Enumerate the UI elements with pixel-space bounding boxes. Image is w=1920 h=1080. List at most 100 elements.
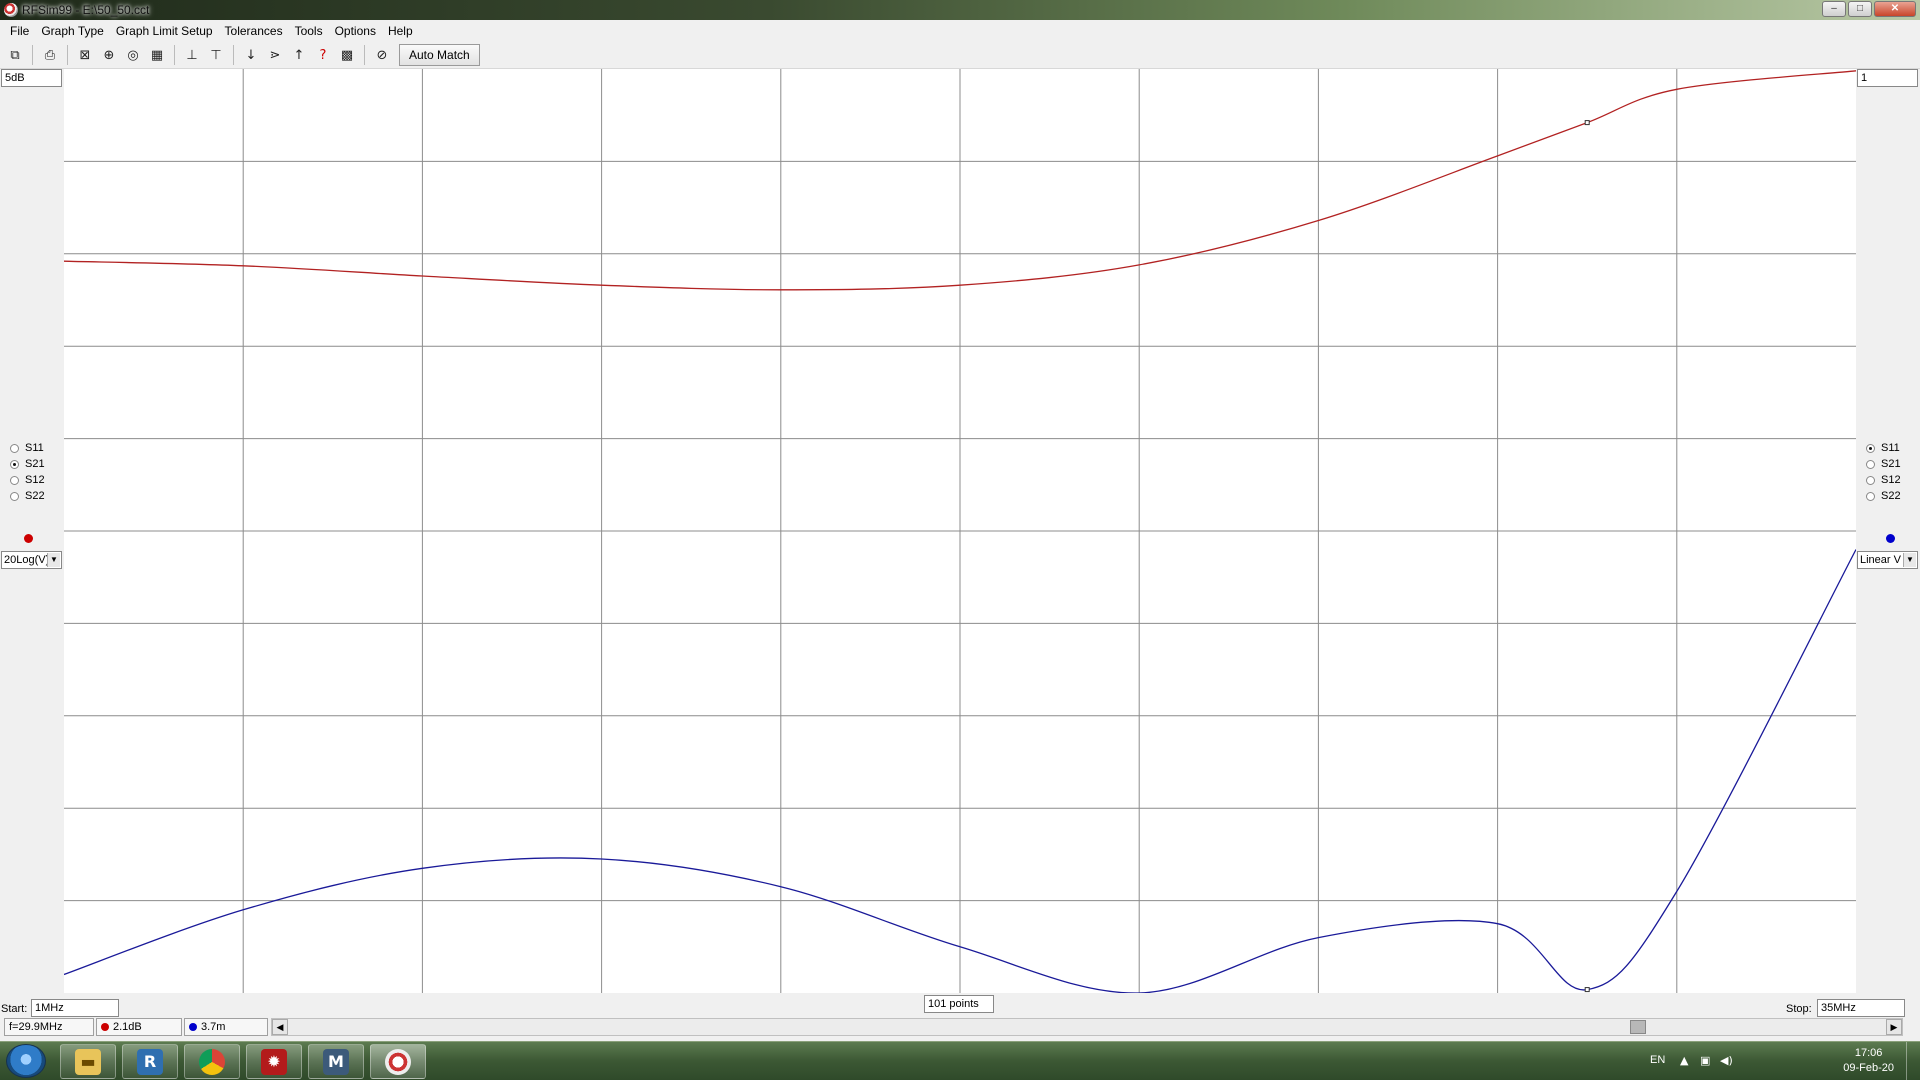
graph-icon[interactable]: ⊠ [74, 44, 96, 66]
polar-chart-icon[interactable]: ◎ [122, 44, 144, 66]
red-dot-icon [101, 1023, 109, 1031]
marker-s21-readout: 2.1dB [96, 1018, 182, 1036]
show-desktop-button[interactable] [1906, 1042, 1920, 1080]
start-frequency-field[interactable]: 1MHz [31, 999, 119, 1017]
right-param-s21[interactable]: S21 [1866, 456, 1901, 472]
radio-button[interactable] [1866, 459, 1875, 469]
arrow-up-icon[interactable]: ↑ [288, 44, 310, 66]
stop-frequency-field[interactable]: 35MHz [1817, 999, 1905, 1017]
clock-date: 09-Feb-20 [1843, 1062, 1894, 1074]
taskbar-app-file-explorer[interactable]: ▬ [60, 1044, 116, 1079]
title-bar: RFSim99 - E:\50_50.cct – □ ✕ [0, 0, 1920, 20]
radio-button[interactable] [10, 443, 19, 453]
scale-down-icon[interactable]: ⊥ [181, 44, 203, 66]
toolbar-separator [364, 45, 365, 65]
blue-dot-icon [189, 1023, 197, 1031]
marker-point-s21 [1584, 120, 1590, 126]
antivirus-icon: ✹ [261, 1048, 287, 1075]
help-query-icon[interactable]: ? [312, 44, 334, 66]
marker-point-s11 [1584, 987, 1590, 993]
menu-file[interactable]: File [4, 24, 35, 38]
auto-match-button[interactable]: Auto Match [399, 44, 480, 66]
maximize-button[interactable]: □ [1848, 1, 1872, 17]
left-param-s21[interactable]: S21 [10, 456, 45, 472]
param-label: S12 [25, 474, 45, 486]
taskbar-app-rfsim99[interactable] [370, 1044, 426, 1079]
radio-button[interactable] [1866, 491, 1875, 501]
left-mode-value: 20Log(V) [4, 554, 50, 566]
start-label: Start: [1, 1003, 28, 1015]
radio-button[interactable] [10, 475, 19, 485]
toolbar-separator [32, 45, 33, 65]
menu-tolerances[interactable]: Tolerances [219, 24, 289, 38]
smith-chart-icon[interactable]: ⊕ [98, 44, 120, 66]
window-title: RFSim99 - E:\50_50.cct [22, 3, 150, 17]
right-scale-top-field[interactable]: 1 [1857, 69, 1918, 87]
graph-area[interactable] [64, 69, 1856, 993]
taskbar-app-antivirus[interactable]: ✹ [246, 1044, 302, 1079]
marker-s21-value: 2.1dB [113, 1021, 142, 1033]
bottom-controls: Start: 1MHz 101 points Stop: 35MHz f=29.… [0, 993, 1920, 1041]
rf-chart[interactable] [64, 69, 1856, 993]
tray-chevron-up-icon[interactable]: ▲ [1680, 1054, 1688, 1067]
radio-button[interactable] [10, 491, 19, 501]
left-trace-color-dot [24, 534, 33, 543]
scrollbar-thumb[interactable] [1630, 1020, 1646, 1034]
chevron-down-icon[interactable]: ▼ [47, 553, 60, 567]
left-param-s12[interactable]: S12 [10, 472, 45, 488]
right-mode-select[interactable]: Linear V ▼ [1857, 551, 1918, 569]
match-icon[interactable]: ⊘ [371, 44, 393, 66]
marker-scrollbar[interactable]: ◀ ▶ [271, 1018, 1903, 1036]
print-icon[interactable]: ⎙ [39, 44, 61, 66]
clock[interactable]: 17:06 09-Feb-20 [1843, 1046, 1894, 1076]
taskbar: ▬ R ✹ M EN ▲ ▣ ◀) 17:06 09-Feb-20 [0, 1041, 1920, 1080]
taskbar-app-matlab[interactable]: M [308, 1044, 364, 1079]
toolbar-separator [67, 45, 68, 65]
menu-options[interactable]: Options [329, 24, 382, 38]
start-button[interactable] [6, 1044, 46, 1078]
table-icon[interactable]: ▦ [146, 44, 168, 66]
chevron-down-icon[interactable]: ▼ [1903, 553, 1916, 567]
app-icon [4, 3, 18, 17]
minimize-button[interactable]: – [1822, 1, 1846, 17]
scroll-left-icon[interactable]: ◀ [272, 1019, 288, 1035]
menu-tools[interactable]: Tools [289, 24, 329, 38]
left-scale-top-field[interactable]: 5dB [1, 69, 62, 87]
left-param-s22[interactable]: S22 [10, 488, 45, 504]
language-indicator[interactable]: EN [1650, 1054, 1665, 1066]
param-label: S22 [1881, 490, 1901, 502]
stop-label: Stop: [1786, 1003, 1812, 1015]
open-schematic-icon[interactable]: ⧉ [4, 44, 26, 66]
menu-help[interactable]: Help [382, 24, 419, 38]
taskbar-app-chrome[interactable] [184, 1044, 240, 1079]
menu-bar: File Graph Type Graph Limit Setup Tolera… [0, 20, 1920, 42]
taskbar-app-rf-tool[interactable]: R [122, 1044, 178, 1079]
param-label: S11 [25, 442, 44, 454]
left-mode-select[interactable]: 20Log(V) ▼ [1, 551, 62, 569]
marker-frequency-value: f=29.9MHz [9, 1021, 63, 1033]
points-field[interactable]: 101 points [924, 995, 994, 1013]
chart-grid [64, 69, 1856, 993]
volume-icon[interactable]: ◀) [1720, 1054, 1733, 1067]
arrow-down-icon[interactable]: ↓ [240, 44, 262, 66]
param-label: S21 [25, 458, 45, 470]
radio-button[interactable] [1866, 443, 1875, 453]
marker-s11-value: 3.7m [201, 1021, 226, 1033]
scale-up-icon[interactable]: ⊤ [205, 44, 227, 66]
right-param-s12[interactable]: S12 [1866, 472, 1901, 488]
close-button[interactable]: ✕ [1874, 1, 1916, 17]
left-param-s11[interactable]: S11 [10, 440, 45, 456]
network-icon[interactable]: ▣ [1700, 1054, 1710, 1067]
right-param-s22[interactable]: S22 [1866, 488, 1901, 504]
radio-button[interactable] [10, 459, 19, 469]
chrome-icon [199, 1048, 225, 1075]
menu-graph-type[interactable]: Graph Type [35, 24, 109, 38]
marker-compress-icon[interactable]: ⋗ [264, 44, 286, 66]
param-label: S11 [1881, 442, 1900, 454]
right-param-s11[interactable]: S11 [1866, 440, 1901, 456]
menu-graph-limit-setup[interactable]: Graph Limit Setup [110, 24, 219, 38]
right-axis-panel: 1 S11 S21 S12 S22 Linear V ▼ [1856, 69, 1920, 993]
component-icon[interactable]: ▩ [336, 44, 358, 66]
radio-button[interactable] [1866, 475, 1875, 485]
scroll-right-icon[interactable]: ▶ [1886, 1019, 1902, 1035]
